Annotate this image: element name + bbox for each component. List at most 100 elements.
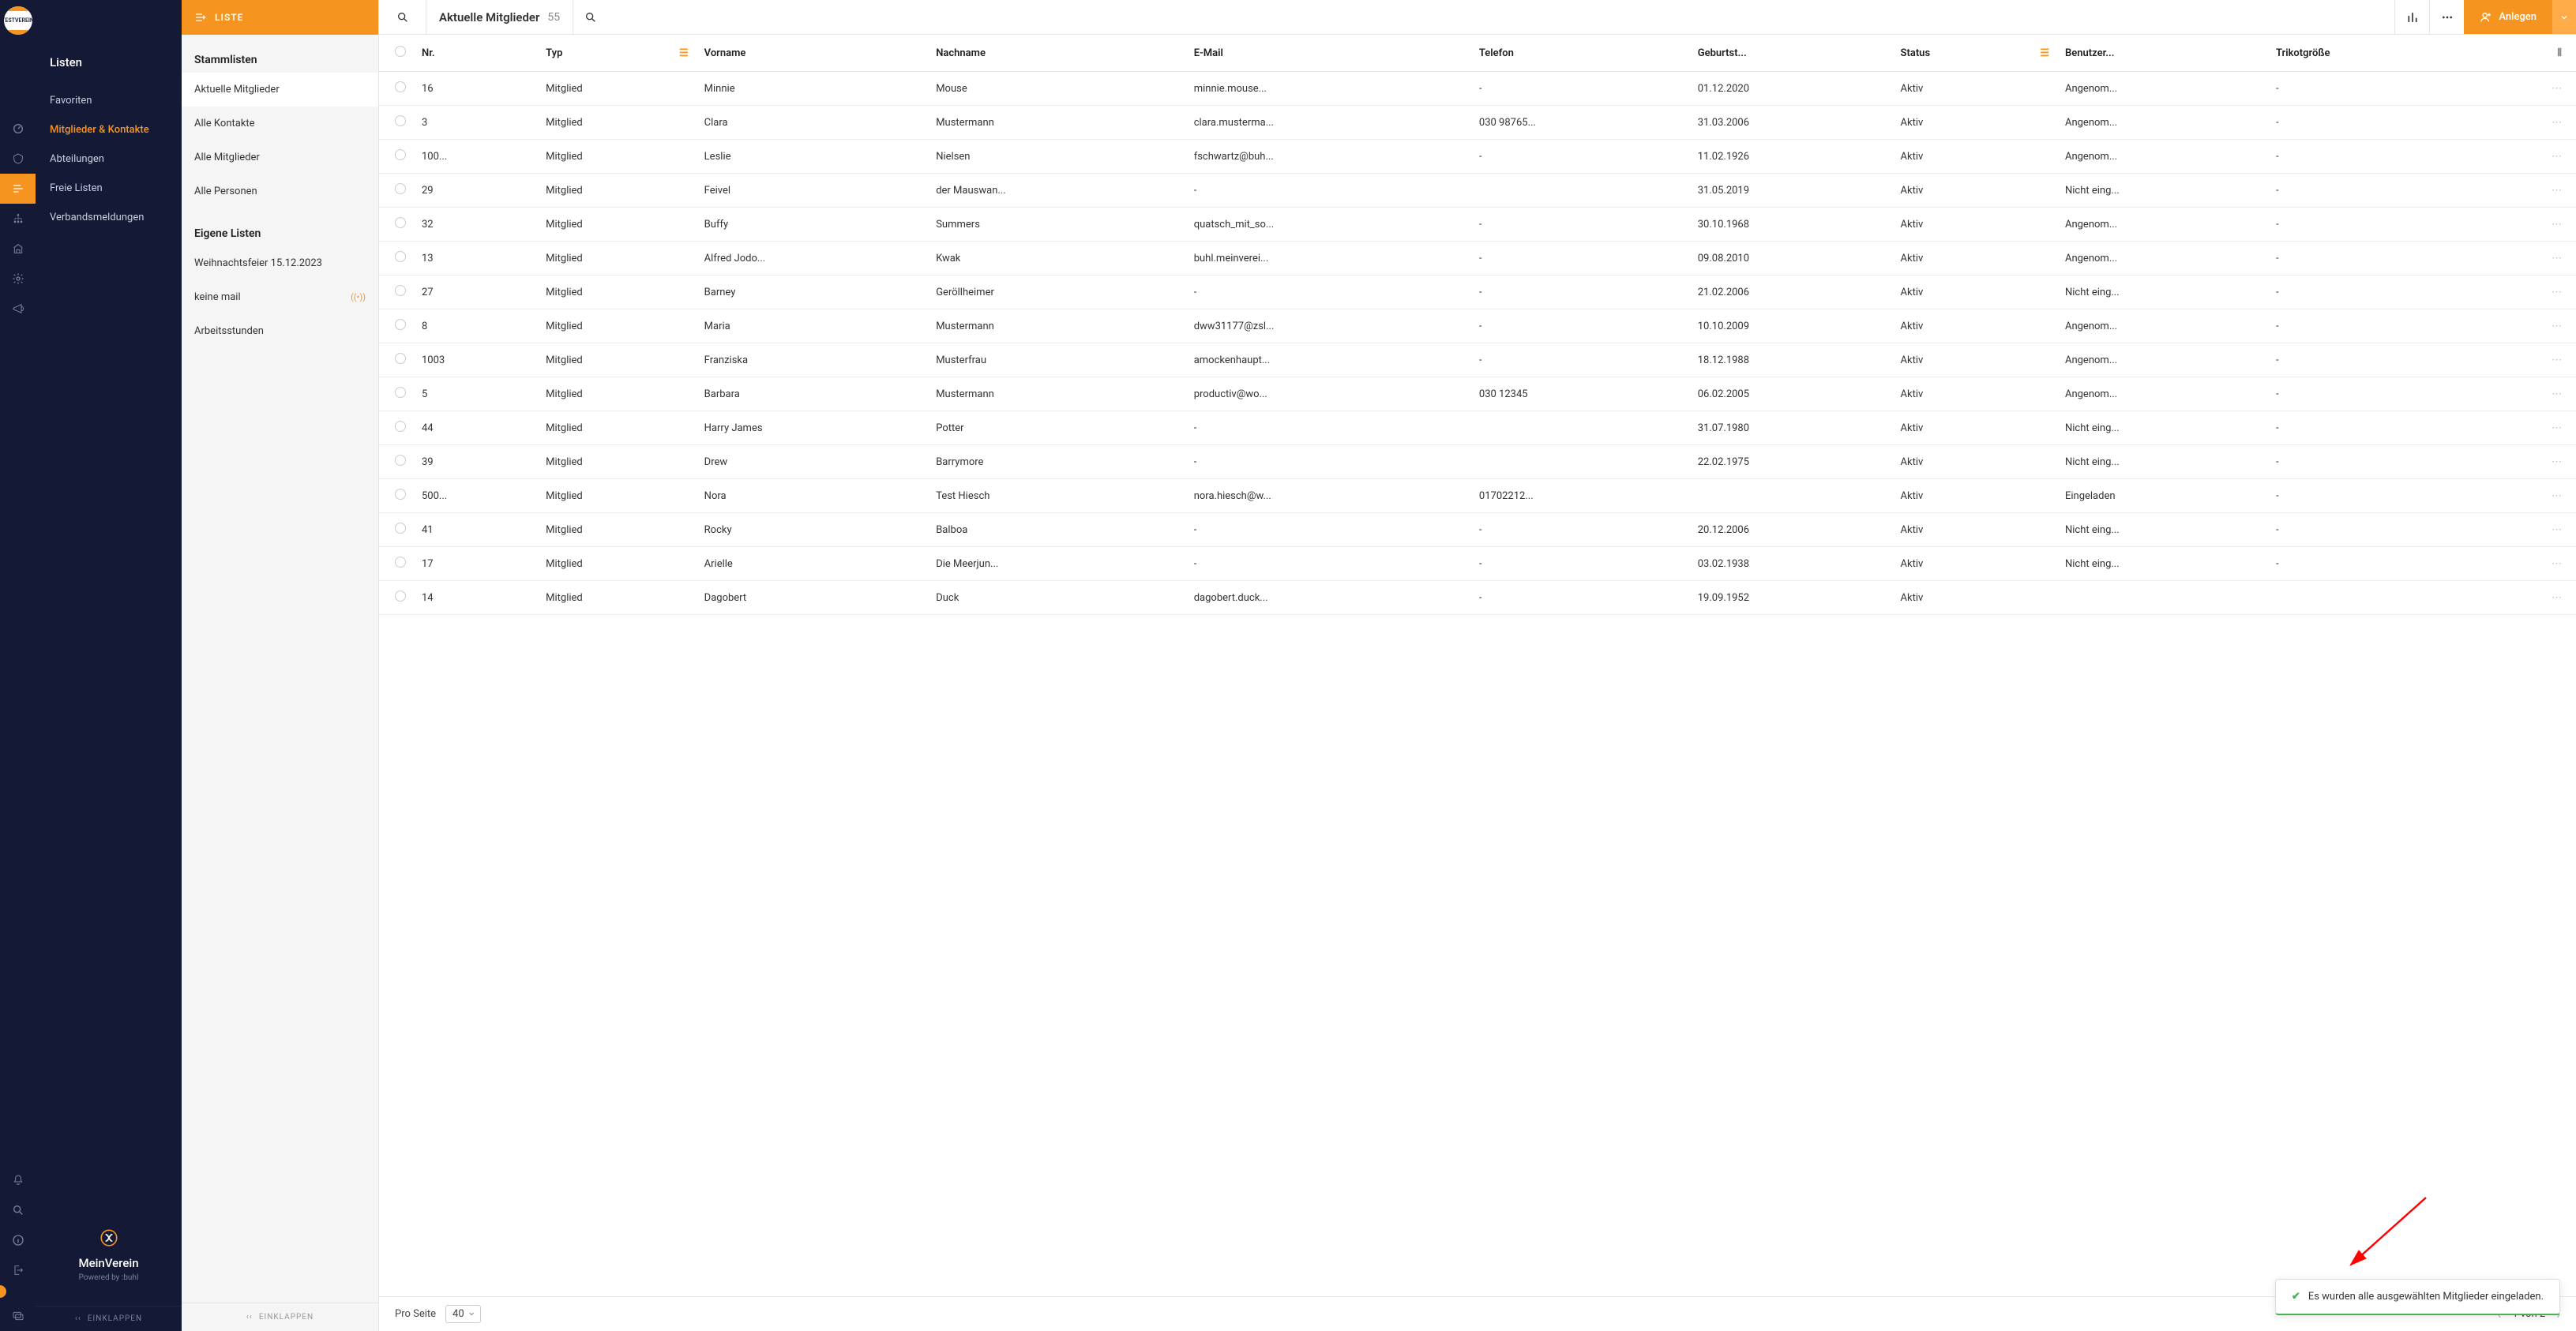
rail-lists-icon[interactable]	[0, 174, 36, 204]
rail-search-icon[interactable]	[0, 1195, 36, 1225]
row-menu-button[interactable]: ⋯	[2479, 72, 2576, 106]
table-row[interactable]: 13MitgliedAlfred Jodo...Kwakbuhl.meinver…	[379, 242, 2576, 276]
nav2-item[interactable]: Alle Personen	[182, 174, 378, 208]
column-header[interactable]: Geburtst...	[1690, 35, 1893, 72]
row-select-radio[interactable]	[395, 149, 406, 160]
cell-geb: 10.10.2009	[1690, 309, 1893, 343]
rail-bell-icon[interactable]	[0, 1165, 36, 1195]
row-select-radio[interactable]	[395, 455, 406, 466]
row-select-radio[interactable]	[395, 285, 406, 296]
row-menu-button[interactable]: ⋯	[2479, 445, 2576, 479]
nav2-item[interactable]: Alle Kontakte	[182, 107, 378, 141]
row-select-radio[interactable]	[395, 591, 406, 602]
select-all-radio[interactable]	[395, 46, 406, 57]
table-container[interactable]: Nr.Typ☰VornameNachnameE-MailTelefonGebur…	[379, 35, 2576, 1296]
columns-config-icon[interactable]: ⦀	[2557, 47, 2562, 59]
nav1-item[interactable]: Abteilungen	[36, 145, 182, 174]
nav2-item[interactable]: Arbeitsstunden	[182, 314, 378, 348]
table-row[interactable]: 3MitgliedClaraMustermannclara.musterma..…	[379, 106, 2576, 140]
row-menu-button[interactable]: ⋯	[2479, 208, 2576, 242]
cell-nr: 1003	[414, 343, 538, 377]
table-row[interactable]: 29MitgliedFeivelder Mauswan...-31.05.201…	[379, 174, 2576, 208]
row-menu-button[interactable]: ⋯	[2479, 581, 2576, 615]
table-row[interactable]: 41MitgliedRockyBalboa--20.12.2006AktivNi…	[379, 513, 2576, 547]
row-select-radio[interactable]	[395, 557, 406, 568]
column-header[interactable]: Benutzer...	[2057, 35, 2268, 72]
column-header[interactable]: Telefon	[1471, 35, 1690, 72]
create-button[interactable]: Anlegen	[2464, 0, 2552, 34]
nav1-item[interactable]: Mitglieder & Kontakte	[36, 116, 182, 145]
rail-info-icon[interactable]	[0, 1225, 36, 1255]
row-select-radio[interactable]	[395, 523, 406, 534]
create-dropdown[interactable]	[2552, 0, 2576, 34]
rail-chat-icon[interactable]	[0, 1301, 36, 1331]
filter-icon[interactable]: ☰	[2040, 47, 2049, 59]
nav2-item[interactable]: keine mail((•))	[182, 280, 378, 314]
row-select-radio[interactable]	[395, 353, 406, 364]
row-select-radio[interactable]	[395, 217, 406, 228]
search-main-button[interactable]	[573, 0, 607, 34]
rail-structure-icon[interactable]	[0, 204, 36, 234]
column-header[interactable]: Status☰	[1893, 35, 2057, 72]
row-select-radio[interactable]	[395, 489, 406, 500]
org-logo[interactable]: TESTVEREIN	[4, 6, 32, 35]
rail-settings-icon[interactable]	[0, 264, 36, 294]
rail-dashboard-icon[interactable]	[0, 114, 36, 144]
row-menu-button[interactable]: ⋯	[2479, 242, 2576, 276]
table-row[interactable]: 8MitgliedMariaMustermanndww31177@zsl...-…	[379, 309, 2576, 343]
table-row[interactable]: 5MitgliedBarbaraMustermannproductiv@wo..…	[379, 377, 2576, 411]
column-header[interactable]: E-Mail	[1186, 35, 1471, 72]
row-select-radio[interactable]	[395, 319, 406, 330]
column-header[interactable]: Typ☰	[538, 35, 697, 72]
column-header[interactable]: Vorname	[697, 35, 929, 72]
nav2-item[interactable]: Weihnachtsfeier 15.12.2023	[182, 246, 378, 280]
row-menu-button[interactable]: ⋯	[2479, 377, 2576, 411]
rail-members-icon[interactable]	[0, 144, 36, 174]
row-menu-button[interactable]: ⋯	[2479, 479, 2576, 513]
table-row[interactable]: 1003MitgliedFranziskaMusterfrauamockenha…	[379, 343, 2576, 377]
row-menu-button[interactable]: ⋯	[2479, 140, 2576, 174]
table-row[interactable]: 100...MitgliedLeslieNielsenfschwartz@buh…	[379, 140, 2576, 174]
rail-logout-icon[interactable]	[0, 1255, 36, 1285]
nav2-item[interactable]: Aktuelle Mitglieder	[182, 73, 378, 107]
row-menu-button[interactable]: ⋯	[2479, 309, 2576, 343]
table-row[interactable]: 14MitgliedDagobertDuckdagobert.duck...-1…	[379, 581, 2576, 615]
row-menu-button[interactable]: ⋯	[2479, 411, 2576, 445]
more-button[interactable]	[2429, 0, 2464, 34]
row-select-radio[interactable]	[395, 81, 406, 92]
row-menu-button[interactable]: ⋯	[2479, 174, 2576, 208]
stats-button[interactable]	[2394, 0, 2429, 34]
row-select-radio[interactable]	[395, 183, 406, 194]
table-row[interactable]: 27MitgliedBarneyGeröllheimer--21.02.2006…	[379, 276, 2576, 309]
nav1-item[interactable]: Freie Listen	[36, 174, 182, 204]
row-select-radio[interactable]	[395, 251, 406, 262]
rail-finance-icon[interactable]	[0, 234, 36, 264]
nav2-item[interactable]: Alle Mitglieder	[182, 141, 378, 174]
row-select-radio[interactable]	[395, 115, 406, 126]
row-menu-button[interactable]: ⋯	[2479, 513, 2576, 547]
row-menu-button[interactable]: ⋯	[2479, 106, 2576, 140]
row-menu-button[interactable]: ⋯	[2479, 276, 2576, 309]
nav2-header[interactable]: LISTE	[182, 0, 378, 35]
nav1-item[interactable]: Favoriten	[36, 87, 182, 116]
column-header[interactable]: Nachname	[928, 35, 1186, 72]
rail-announce-icon[interactable]	[0, 294, 36, 324]
row-menu-button[interactable]: ⋯	[2479, 343, 2576, 377]
row-menu-button[interactable]: ⋯	[2479, 547, 2576, 581]
table-row[interactable]: 16MitgliedMinnieMouseminnie.mouse...-01.…	[379, 72, 2576, 106]
row-select-radio[interactable]	[395, 421, 406, 432]
table-row[interactable]: 44MitgliedHarry JamesPotter-31.07.1980Ak…	[379, 411, 2576, 445]
table-row[interactable]: 32MitgliedBuffySummersquatsch_mit_so...-…	[379, 208, 2576, 242]
nav1-item[interactable]: Verbandsmeldungen	[36, 204, 182, 233]
search-left-button[interactable]	[379, 0, 426, 34]
per-page-select[interactable]: 40	[445, 1305, 481, 1323]
nav1-collapse-button[interactable]: ‹‹ EINKLAPPEN	[36, 1306, 182, 1331]
column-header[interactable]: Trikotgröße	[2268, 35, 2479, 72]
filter-icon[interactable]: ☰	[679, 47, 689, 59]
table-row[interactable]: 39MitgliedDrewBarrymore-22.02.1975AktivN…	[379, 445, 2576, 479]
nav2-collapse-button[interactable]: ‹‹ EINKLAPPEN	[182, 1303, 378, 1331]
row-select-radio[interactable]	[395, 387, 406, 398]
column-header[interactable]: Nr.	[414, 35, 538, 72]
table-row[interactable]: 17MitgliedArielleDie Meerjun...--03.02.1…	[379, 547, 2576, 581]
table-row[interactable]: 500...MitgliedNoraTest Hieschnora.hiesch…	[379, 479, 2576, 513]
